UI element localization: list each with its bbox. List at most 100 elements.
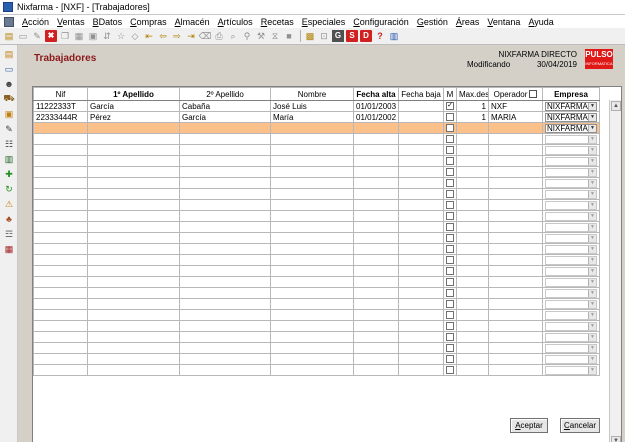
empresa-select[interactable]: ▼ — [542, 287, 600, 299]
apellido1-cell[interactable] — [87, 210, 180, 222]
chevron-down-icon[interactable]: ▼ — [588, 256, 596, 264]
apellido2-cell[interactable] — [179, 144, 271, 156]
fecha-alta-cell[interactable] — [353, 188, 399, 200]
empresa-dropdown[interactable]: ▼ — [545, 354, 597, 364]
fecha-baja-cell[interactable] — [398, 166, 444, 178]
empresa-dropdown[interactable]: ▼ — [545, 222, 597, 232]
fecha-alta-cell[interactable] — [353, 298, 399, 310]
chevron-down-icon[interactable]: ▼ — [588, 234, 596, 242]
fecha-alta-cell[interactable] — [353, 199, 399, 211]
scroll-down-icon[interactable]: ▼ — [611, 436, 621, 442]
nombre-cell[interactable] — [270, 188, 354, 200]
new-record-icon[interactable]: ▭ — [17, 30, 29, 42]
operador-cell[interactable] — [488, 232, 543, 244]
fecha-alta-cell[interactable]: 01/01/2003 — [353, 100, 399, 112]
m-checkbox[interactable] — [443, 166, 457, 178]
nombre-cell[interactable] — [270, 331, 354, 343]
apellido2-cell[interactable] — [179, 309, 271, 321]
col-header-fecha-alta[interactable]: Fecha alta — [353, 87, 399, 101]
nombre-cell[interactable] — [270, 166, 354, 178]
empresa-dropdown[interactable]: ▼ — [545, 288, 597, 298]
menu-articulos[interactable]: Artículos — [214, 17, 257, 27]
fecha-alta-cell[interactable] — [353, 331, 399, 343]
max-des-cell[interactable] — [456, 364, 489, 376]
table-row[interactable]: ▼ — [33, 133, 600, 145]
table-row[interactable]: ▼ — [33, 298, 600, 310]
m-checkbox[interactable] — [443, 210, 457, 222]
fecha-alta-cell[interactable] — [353, 243, 399, 255]
nif-cell[interactable] — [33, 243, 88, 255]
table-row[interactable]: 22333444R Pérez García María 01/01/2002 1 MARI… — [33, 111, 600, 123]
fecha-baja-cell[interactable] — [398, 100, 444, 112]
sort-icon[interactable]: ⇵ — [101, 30, 113, 42]
operador-cell[interactable] — [488, 298, 543, 310]
apellido1-cell[interactable] — [87, 309, 180, 321]
apellido1-cell[interactable] — [87, 265, 180, 277]
fecha-baja-cell[interactable] — [398, 188, 444, 200]
empresa-dropdown[interactable]: ▼ — [545, 134, 597, 144]
previous-record-icon[interactable]: ⇦ — [157, 30, 169, 42]
nif-cell[interactable]: 22333444R — [33, 111, 88, 123]
empresa-dropdown[interactable]: ▼ — [545, 365, 597, 375]
menu-especiales[interactable]: Especiales — [298, 17, 350, 27]
fecha-alta-cell[interactable]: 01/01/2002 — [353, 111, 399, 123]
delete-record-icon[interactable]: ⌫ — [199, 30, 212, 42]
empresa-dropdown[interactable]: ▼ — [545, 233, 597, 243]
apellido2-cell[interactable] — [179, 243, 271, 255]
operador-cell[interactable]: NXF — [488, 100, 543, 112]
nif-cell[interactable] — [33, 298, 88, 310]
max-des-cell[interactable] — [456, 265, 489, 277]
fecha-alta-cell[interactable] — [353, 342, 399, 354]
col-header-apellido1[interactable]: 1º Apellido — [87, 87, 180, 101]
table-row[interactable]: ▼ — [33, 254, 600, 266]
empresa-select[interactable]: ▼ — [542, 177, 600, 189]
m-checkbox[interactable] — [443, 144, 457, 156]
fecha-baja-cell[interactable] — [398, 287, 444, 299]
m-checkbox-box[interactable] — [446, 311, 454, 320]
m-checkbox-box[interactable] — [446, 212, 454, 221]
chevron-down-icon[interactable]: ▼ — [588, 311, 596, 319]
m-checkbox-box[interactable] — [446, 234, 454, 243]
operador-cell[interactable] — [488, 133, 543, 145]
m-checkbox[interactable] — [443, 364, 457, 376]
m-checkbox[interactable] — [443, 243, 457, 255]
empresa-select[interactable]: NIXFARMA ▼ — [542, 111, 600, 123]
print-icon[interactable]: ⎙ — [213, 30, 225, 42]
user-icon[interactable]: ☻ — [3, 78, 15, 90]
operador-cell[interactable] — [488, 122, 543, 134]
chevron-down-icon[interactable]: ▼ — [588, 289, 596, 297]
menu-almacen[interactable]: Almacén — [171, 17, 214, 27]
menu-configuracion[interactable]: Configuración — [349, 17, 413, 27]
nombre-cell[interactable] — [270, 276, 354, 288]
info-icon[interactable]: ▥ — [388, 30, 400, 42]
group-icon[interactable]: ♣ — [3, 213, 15, 225]
apellido1-cell[interactable] — [87, 166, 180, 178]
operador-cell[interactable] — [488, 265, 543, 277]
apellido2-cell[interactable] — [179, 232, 271, 244]
cancel-button[interactable]: Cancelar — [560, 418, 600, 433]
fecha-baja-cell[interactable] — [398, 144, 444, 156]
fecha-alta-cell[interactable] — [353, 254, 399, 266]
fecha-alta-cell[interactable] — [353, 364, 399, 376]
operador-cell[interactable] — [488, 287, 543, 299]
apellido1-cell[interactable] — [87, 254, 180, 266]
apellido1-cell[interactable] — [87, 199, 180, 211]
m-checkbox[interactable] — [443, 199, 457, 211]
empresa-select[interactable]: NIXFARMA ▼ — [542, 122, 600, 134]
empresa-dropdown[interactable]: ▼ — [545, 211, 597, 221]
empresa-select[interactable]: ▼ — [542, 276, 600, 288]
apellido1-cell[interactable] — [87, 287, 180, 299]
nombre-cell[interactable] — [270, 342, 354, 354]
m-checkbox-box[interactable] — [446, 113, 454, 122]
star-icon[interactable]: ☆ — [115, 30, 127, 42]
nombre-cell[interactable] — [270, 254, 354, 266]
table-row[interactable]: ▼ — [33, 320, 600, 332]
m-checkbox-box[interactable] — [446, 366, 454, 375]
chevron-down-icon[interactable]: ▼ — [588, 168, 596, 176]
m-checkbox-box[interactable]: ✓ — [446, 102, 454, 111]
fecha-alta-cell[interactable] — [353, 265, 399, 277]
m-checkbox[interactable] — [443, 188, 457, 200]
apellido2-cell[interactable]: Cabaña — [179, 100, 271, 112]
fecha-baja-cell[interactable] — [398, 111, 444, 123]
max-des-cell[interactable] — [456, 155, 489, 167]
